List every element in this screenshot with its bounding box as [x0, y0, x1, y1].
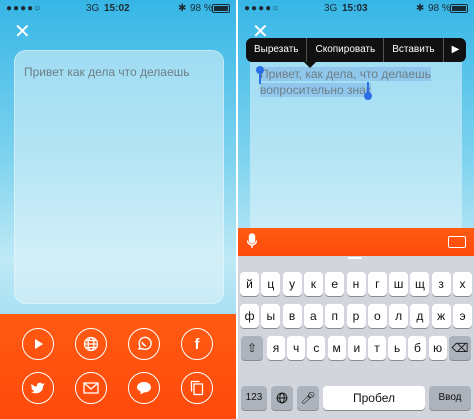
- whatsapp-icon[interactable]: [128, 328, 160, 360]
- key-ф[interactable]: ф: [240, 304, 259, 328]
- key-ы[interactable]: ы: [261, 304, 281, 328]
- share-panel: f: [0, 314, 236, 419]
- key-и[interactable]: и: [347, 336, 366, 360]
- battery-icon: [212, 4, 230, 13]
- signal-indicator: ●●●●○: [6, 3, 42, 14]
- toolbar-grabber: [348, 257, 362, 259]
- keyboard-row-1: йцукенгшщзх: [238, 272, 474, 296]
- keyboard-row-4: 123 🎤︎ Пробел Ввод: [238, 386, 474, 410]
- twitter-icon[interactable]: [22, 372, 54, 404]
- key-ш[interactable]: ш: [389, 272, 409, 296]
- input-toolbar: [238, 228, 474, 256]
- keyboard-row-2: фывапролджэ: [238, 304, 474, 328]
- copy-icon[interactable]: [181, 372, 213, 404]
- key-п[interactable]: п: [325, 304, 345, 328]
- key-з[interactable]: з: [431, 272, 451, 296]
- more-menu-item[interactable]: ▶: [444, 38, 468, 62]
- key-е[interactable]: е: [325, 272, 345, 296]
- battery-icon: [450, 4, 468, 13]
- paste-menu-item[interactable]: Вставить: [384, 38, 444, 62]
- play-icon[interactable]: [22, 328, 54, 360]
- keyboard-icon[interactable]: [448, 236, 466, 248]
- key-о[interactable]: о: [367, 304, 387, 328]
- key-ь[interactable]: ь: [388, 336, 407, 360]
- chat-icon[interactable]: [128, 372, 160, 404]
- note-text[interactable]: Привет, как дела, что делаешь вопросител…: [260, 66, 460, 98]
- key-я[interactable]: я: [267, 336, 285, 360]
- keyboard-row-3: ⇧ ⌫ ячсмитьбю: [238, 336, 474, 360]
- key-а[interactable]: а: [303, 304, 323, 328]
- return-key[interactable]: Ввод: [429, 386, 471, 410]
- globe-key[interactable]: [271, 386, 293, 410]
- bluetooth-icon: ✱: [178, 3, 187, 14]
- key-х[interactable]: х: [453, 272, 472, 296]
- battery-percent: 98 %: [428, 3, 451, 14]
- edit-menu-pointer: [304, 62, 316, 68]
- shift-key[interactable]: ⇧: [241, 336, 263, 360]
- key-ч[interactable]: ч: [287, 336, 306, 360]
- copy-menu-item[interactable]: Скопировать: [307, 38, 385, 62]
- key-б[interactable]: б: [408, 336, 427, 360]
- key-с[interactable]: с: [307, 336, 326, 360]
- selected-text-line2[interactable]: вопросительно знак: [260, 83, 372, 97]
- status-bar: ●●●●○ 3G 15:02 ✱ 98 %: [0, 0, 236, 16]
- note-text[interactable]: Привет как дела что делаешь: [24, 64, 216, 80]
- key-л[interactable]: л: [389, 304, 409, 328]
- key-г[interactable]: г: [367, 272, 387, 296]
- key-у[interactable]: у: [282, 272, 302, 296]
- cut-menu-item[interactable]: Вырезать: [246, 38, 308, 62]
- keyboard: йцукенгшщзх фывапролджэ ⇧ ⌫ ячсмитьбю 12…: [238, 256, 474, 419]
- battery-percent: 98 %: [190, 3, 213, 14]
- space-key[interactable]: Пробел: [323, 386, 425, 410]
- facebook-icon[interactable]: f: [181, 328, 213, 360]
- selection-start-handle[interactable]: [256, 66, 264, 74]
- backspace-key[interactable]: ⌫: [449, 336, 471, 360]
- key-р[interactable]: р: [346, 304, 366, 328]
- clock: 15:02: [104, 3, 130, 14]
- key-щ[interactable]: щ: [410, 272, 430, 296]
- numbers-key[interactable]: 123: [241, 386, 267, 410]
- globe-icon[interactable]: [75, 328, 107, 360]
- network-label: 3G: [324, 3, 338, 14]
- key-э[interactable]: э: [453, 304, 472, 328]
- signal-indicator: ●●●●○: [244, 3, 280, 14]
- key-в[interactable]: в: [282, 304, 302, 328]
- key-к[interactable]: к: [303, 272, 323, 296]
- clock: 15:03: [342, 3, 368, 14]
- right-screen: ●●●●○ 3G 15:03 ✱ 98 % ✕ Привет, как дела…: [238, 0, 474, 419]
- network-label: 3G: [86, 3, 100, 14]
- dictation-key[interactable]: 🎤︎: [297, 386, 319, 410]
- status-bar: ●●●●○ 3G 15:03 ✱ 98 %: [238, 0, 474, 16]
- key-т[interactable]: т: [368, 336, 386, 360]
- selection-end-handle[interactable]: [364, 92, 372, 100]
- selected-text-line1[interactable]: Привет, как дела, что делаешь: [260, 67, 431, 81]
- key-д[interactable]: д: [410, 304, 430, 328]
- key-й[interactable]: й: [240, 272, 259, 296]
- left-screen: ●●●●○ 3G 15:02 ✱ 98 % ✕ Привет как дела …: [0, 0, 236, 419]
- key-м[interactable]: м: [327, 336, 346, 360]
- key-н[interactable]: н: [346, 272, 366, 296]
- mail-icon[interactable]: [75, 372, 107, 404]
- note-card[interactable]: Привет как дела что делаешь: [14, 50, 224, 304]
- close-icon[interactable]: ✕: [14, 22, 31, 42]
- key-ю[interactable]: ю: [428, 336, 447, 360]
- bluetooth-icon: ✱: [416, 3, 425, 14]
- microphone-icon[interactable]: [246, 233, 258, 252]
- key-ц[interactable]: ц: [261, 272, 281, 296]
- edit-menu: Вырезать Скопировать Вставить ▶: [246, 38, 466, 62]
- key-ж[interactable]: ж: [431, 304, 451, 328]
